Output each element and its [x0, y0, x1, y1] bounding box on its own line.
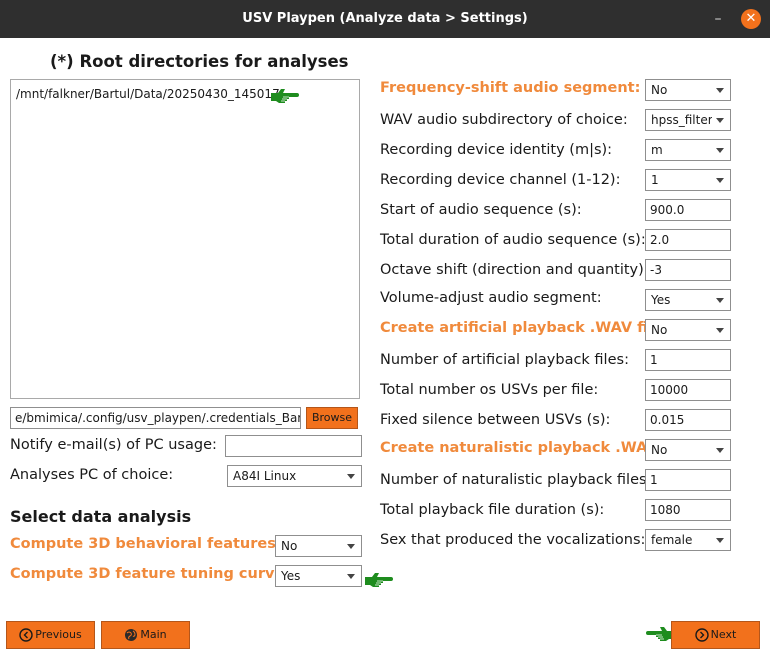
main-button[interactable]: Main — [101, 621, 190, 649]
credentials-path-field[interactable]: e/bmimica/.config/usv_playpen/.credentia… — [10, 407, 301, 429]
playback-duration-label: Total playback file duration (s): — [380, 502, 605, 518]
list-item[interactable]: /mnt/falkner/Bartul/Data/20250430_145017 — [16, 87, 280, 101]
chevron-down-icon — [716, 448, 724, 453]
behavioral-features-label: Compute 3D behavioral features: — [10, 536, 282, 552]
previous-button[interactable]: Previous — [6, 621, 95, 649]
chevron-down-icon — [716, 88, 724, 93]
next-label: Next — [710, 628, 737, 641]
device-channel-label: Recording device channel (1-12): — [380, 172, 621, 188]
root-directories-heading: (*) Root directories for analyses — [50, 52, 349, 71]
usvs-per-file-field[interactable]: 10000 — [645, 379, 731, 401]
notify-email-label: Notify e-mail(s) of PC usage: — [10, 437, 217, 453]
minimize-icon[interactable]: – — [708, 9, 728, 29]
frequency-shift-value: No — [651, 83, 668, 97]
device-channel-value: 1 — [651, 173, 659, 187]
naturalistic-files-label: Number of naturalistic playback files: — [380, 472, 652, 488]
circle-arrow-left-icon — [19, 628, 33, 642]
circle-arrow-right-icon — [694, 628, 709, 642]
behavioral-features-select[interactable]: No — [275, 535, 362, 557]
behavioral-features-value: No — [281, 539, 298, 553]
previous-label: Previous — [35, 628, 82, 641]
title-bar: USV Playpen (Analyze data > Settings) – … — [0, 0, 770, 38]
main-label: Main — [140, 628, 167, 641]
chevron-down-icon — [716, 538, 724, 543]
chevron-down-icon — [347, 544, 355, 549]
pointing-hand-icon — [365, 573, 393, 587]
device-channel-select[interactable]: 1 — [645, 169, 731, 191]
audio-start-field[interactable]: 900.0 — [645, 199, 731, 221]
device-identity-label: Recording device identity (m|s): — [380, 142, 613, 158]
root-directories-list[interactable]: /mnt/falkner/Bartul/Data/20250430_145017 — [10, 79, 360, 399]
globe-icon — [125, 629, 138, 641]
analyses-pc-value: A84I Linux — [233, 469, 297, 483]
chevron-down-icon — [716, 148, 724, 153]
browse-button[interactable]: Browse — [306, 407, 358, 429]
audio-duration-label: Total duration of audio sequence (s): — [380, 232, 646, 248]
volume-adjust-label: Volume-adjust audio segment: — [380, 290, 602, 306]
volume-adjust-select[interactable]: Yes — [645, 289, 731, 311]
vocalization-sex-select[interactable]: female — [645, 529, 731, 551]
wav-subdirectory-select[interactable]: hpss_filtered — [645, 109, 731, 131]
close-icon[interactable]: ✕ — [741, 9, 761, 29]
naturalistic-files-field[interactable]: 1 — [645, 469, 731, 491]
artificial-files-field[interactable]: 1 — [645, 349, 731, 371]
select-analysis-heading: Select data analysis — [10, 507, 192, 526]
artificial-files-label: Number of artificial playback files: — [380, 352, 629, 368]
chevron-down-icon — [347, 474, 355, 479]
tuning-curves-select[interactable]: Yes — [275, 565, 362, 587]
device-identity-value: m — [651, 143, 663, 157]
vocalization-sex-label: Sex that produced the vocalizations: — [380, 532, 646, 548]
vocalization-sex-value: female — [651, 533, 693, 547]
naturalistic-playback-value: No — [651, 443, 668, 457]
playback-duration-field[interactable]: 1080 — [645, 499, 731, 521]
wav-subdirectory-label: WAV audio subdirectory of choice: — [380, 112, 628, 128]
chevron-down-icon — [716, 328, 724, 333]
octave-shift-field[interactable]: -3 — [645, 259, 731, 281]
artificial-playback-select[interactable]: No — [645, 319, 731, 341]
usvs-per-file-label: Total number os USVs per file: — [380, 382, 599, 398]
octave-shift-label: Octave shift (direction and quantity): — [380, 262, 649, 278]
pointing-hand-icon — [271, 89, 299, 103]
chevron-down-icon — [716, 118, 724, 123]
device-identity-select[interactable]: m — [645, 139, 731, 161]
chevron-down-icon — [347, 574, 355, 579]
volume-adjust-value: Yes — [651, 293, 671, 307]
next-button[interactable]: Next — [671, 621, 760, 649]
tuning-curves-value: Yes — [281, 569, 301, 583]
notify-email-field[interactable] — [225, 435, 362, 457]
naturalistic-playback-select[interactable]: No — [645, 439, 731, 461]
artificial-playback-label: Create artificial playback .WAV file: — [380, 320, 669, 336]
window-title: USV Playpen (Analyze data > Settings) — [242, 11, 528, 26]
analyses-pc-label: Analyses PC of choice: — [10, 467, 174, 483]
audio-start-label: Start of audio sequence (s): — [380, 202, 582, 218]
tuning-curves-label: Compute 3D feature tuning curves: — [10, 566, 299, 582]
wav-subdirectory-value: hpss_filtered — [651, 113, 712, 127]
fixed-silence-field[interactable]: 0.015 — [645, 409, 731, 431]
audio-duration-field[interactable]: 2.0 — [645, 229, 731, 251]
artificial-playback-value: No — [651, 323, 668, 337]
frequency-shift-label: Frequency-shift audio segment: — [380, 80, 641, 96]
analyses-pc-select[interactable]: A84I Linux — [227, 465, 362, 487]
fixed-silence-label: Fixed silence between USVs (s): — [380, 412, 611, 428]
chevron-down-icon — [716, 178, 724, 183]
frequency-shift-select[interactable]: No — [645, 79, 731, 101]
chevron-down-icon — [716, 298, 724, 303]
